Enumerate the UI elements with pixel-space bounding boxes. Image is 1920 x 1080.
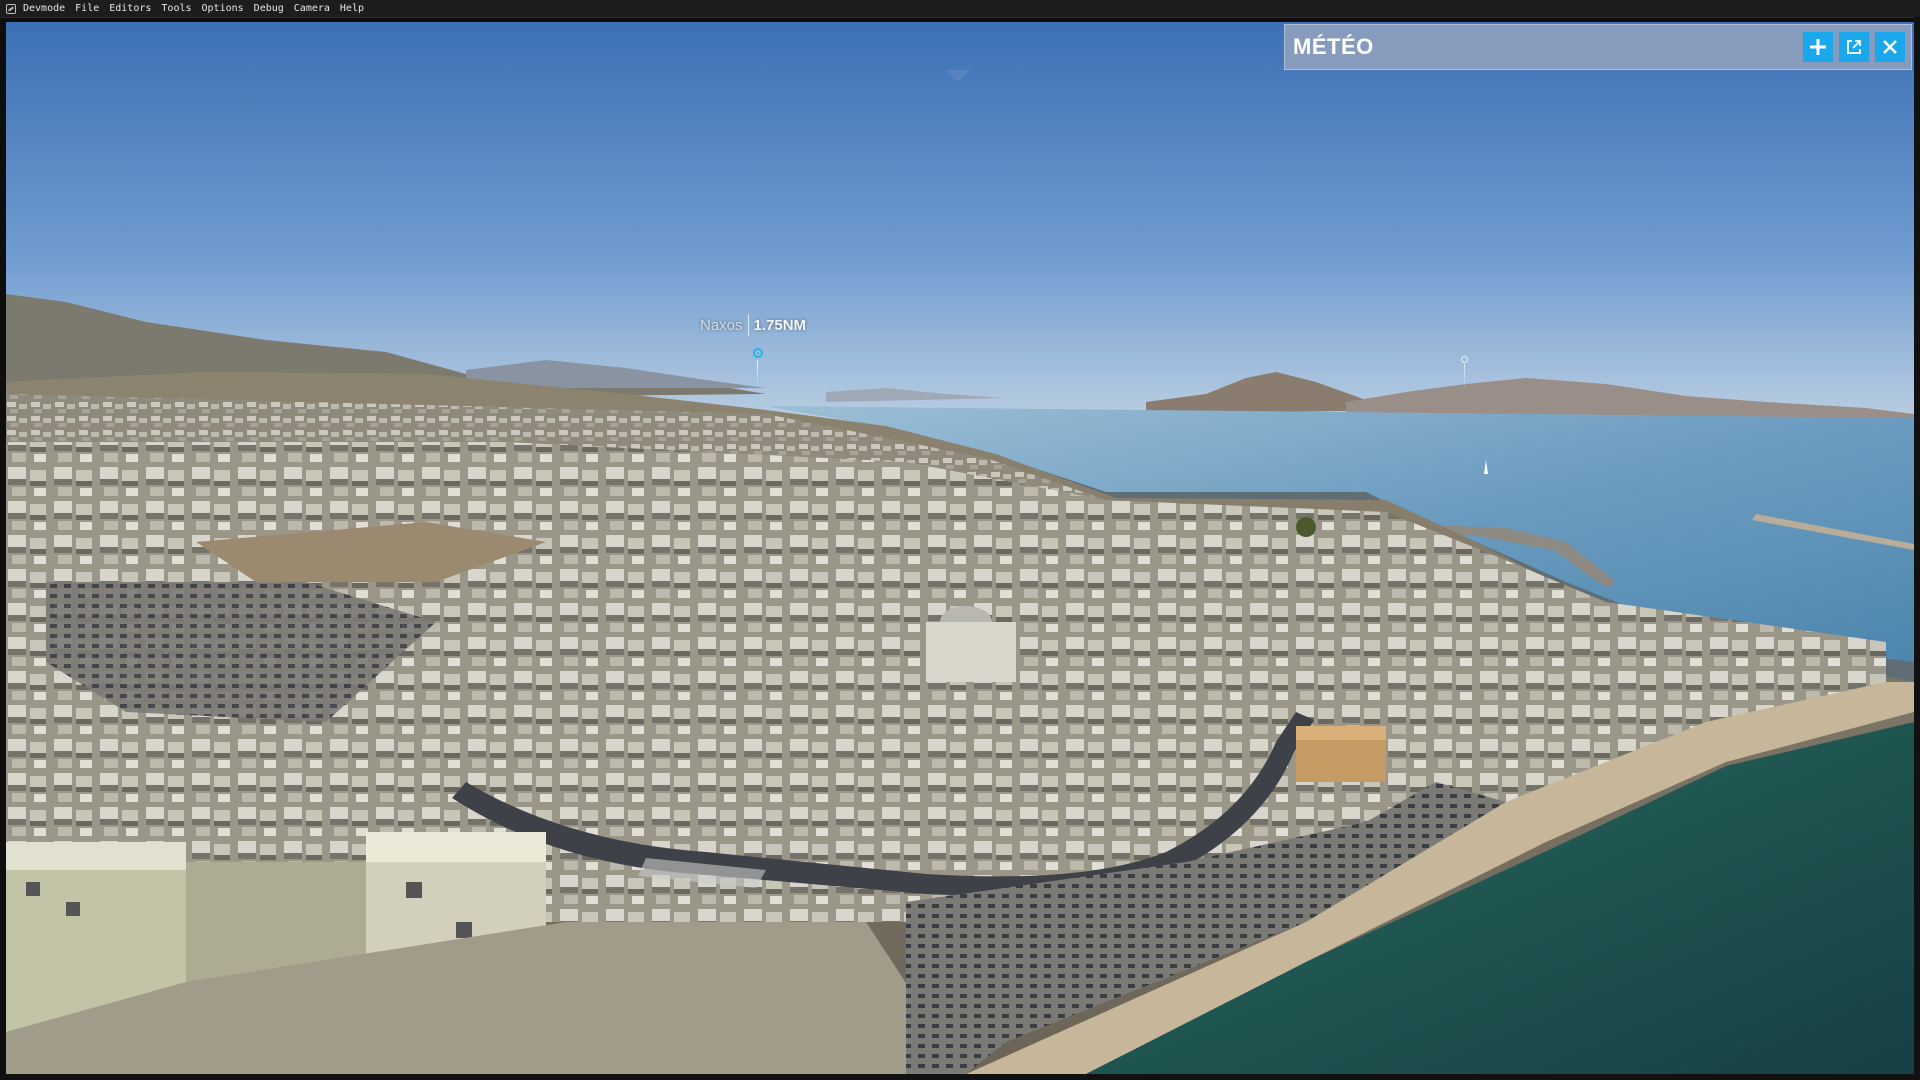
window-frame-bottom [0, 1074, 1920, 1080]
poi-marker-stem [757, 360, 758, 390]
window-frame-right [1914, 17, 1920, 1080]
devmode-app-icon [6, 3, 16, 14]
aerial-scene [6, 22, 1914, 1074]
distant-poi-stem [1464, 364, 1465, 390]
dev-menubar: Devmode File Editors Tools Options Debug… [0, 0, 1920, 18]
menu-tools[interactable]: Tools [158, 0, 198, 17]
close-button[interactable] [1875, 32, 1905, 62]
menu-camera[interactable]: Camera [291, 0, 337, 17]
plus-icon [1810, 39, 1826, 55]
menu-editors[interactable]: Editors [106, 0, 158, 17]
menu-options[interactable]: Options [199, 0, 251, 17]
panel-title: MÉTÉO [1293, 34, 1374, 59]
panel-actions [1797, 32, 1905, 62]
menu-devmode[interactable]: Devmode [20, 0, 72, 17]
menu-help[interactable]: Help [337, 0, 371, 17]
poi-divider [747, 314, 749, 336]
menu-debug[interactable]: Debug [251, 0, 291, 17]
poi-label[interactable]: Naxos 1.75NM [700, 314, 806, 336]
poi-target-icon[interactable] [753, 348, 763, 358]
weather-panel: MÉTÉO [1284, 24, 1912, 70]
menu-file[interactable]: File [72, 0, 106, 17]
detach-window-button[interactable] [1839, 32, 1869, 62]
simulator-window: Devmode File Editors Tools Options Debug… [0, 0, 1920, 1080]
poi-name: Naxos [700, 316, 743, 334]
poi-distance: 1.75NM [753, 316, 807, 334]
3d-viewport[interactable]: Naxos 1.75NM [6, 22, 1914, 1074]
add-button[interactable] [1803, 32, 1833, 62]
close-icon [1883, 40, 1897, 54]
heading-indicator [946, 70, 970, 82]
distant-poi-icon[interactable] [1461, 356, 1468, 363]
external-window-icon [1847, 40, 1861, 54]
